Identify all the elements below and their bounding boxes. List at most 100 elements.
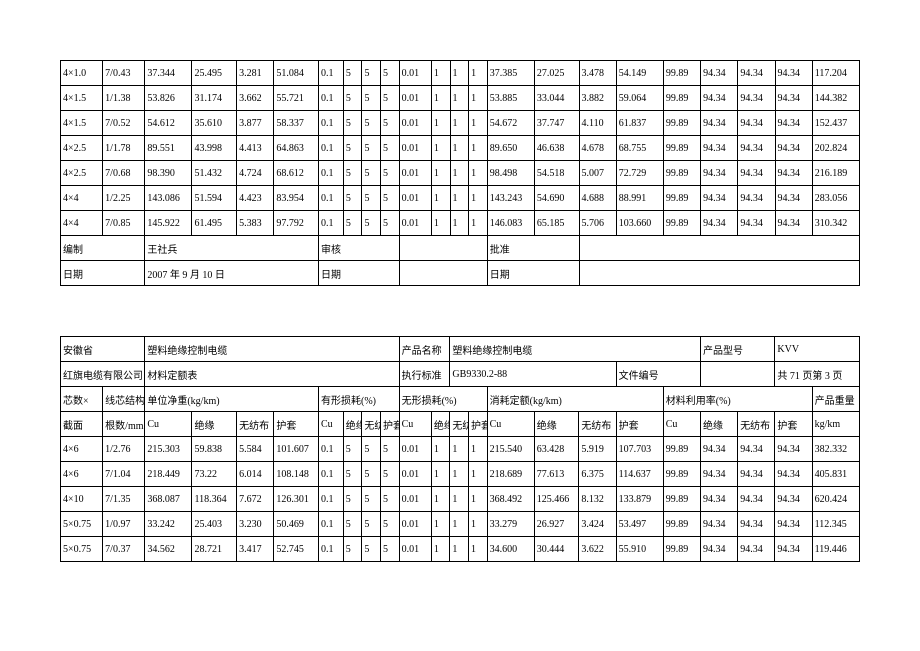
table-cell: 1 <box>469 136 488 161</box>
table-cell: 34.562 <box>145 537 192 562</box>
table-cell: 94.34 <box>738 61 775 86</box>
table-cell: 26.927 <box>534 512 579 537</box>
table-cell: 1 <box>469 211 488 236</box>
table-cell: 0.01 <box>399 512 431 537</box>
table-cell: 94.34 <box>701 161 738 186</box>
table-cell: 3.478 <box>579 61 616 86</box>
table-cell: 94.34 <box>700 462 737 487</box>
product-model: KVV <box>775 337 860 362</box>
table-cell: 108.148 <box>274 462 319 487</box>
table-cell: 94.34 <box>738 186 775 211</box>
table-cell: 145.922 <box>145 211 192 236</box>
table-cell: 25.495 <box>192 61 237 86</box>
table-cell: 94.34 <box>738 161 775 186</box>
table-cell: 3.622 <box>579 537 616 562</box>
table-cell: 5 <box>381 161 400 186</box>
table-cell: 1 <box>450 437 469 462</box>
table-cell: 0.1 <box>319 512 344 537</box>
table-cell: 0.01 <box>399 136 431 161</box>
table-cell: 64.863 <box>274 136 319 161</box>
table-cell: 25.403 <box>192 512 237 537</box>
table-cell: 0.1 <box>319 487 344 512</box>
table-cell: 4×6 <box>61 437 103 462</box>
table-cell: 89.551 <box>145 136 192 161</box>
table-cell: 1 <box>469 462 488 487</box>
table-cell: 5 <box>381 211 400 236</box>
table-cell: 1 <box>469 186 488 211</box>
table-cell: 3.417 <box>237 537 274 562</box>
table-cell: 94.34 <box>701 211 738 236</box>
table-cell: 5.383 <box>237 211 274 236</box>
table-cell: 99.89 <box>663 537 700 562</box>
table-cell: 94.34 <box>738 211 775 236</box>
table-cell: 1 <box>431 111 450 136</box>
header-row-2: 红旗电缆有限公司 材料定额表 执行标准 GB9330.2-88 文件编号 共 7… <box>61 362 860 387</box>
table-cell: 7/0.68 <box>103 161 145 186</box>
compile-by: 王社兵 <box>145 236 319 261</box>
table-cell: 1/2.25 <box>103 186 145 211</box>
col-intangible-loss: 无形损耗(%) <box>399 387 487 412</box>
table-cell: 0.1 <box>319 136 344 161</box>
signature-row-labels: 编制 王社兵 审核 批准 <box>61 236 860 261</box>
column-header-row-2: 截面 根数/mm Cu绝缘无纺布护套 Cu绝缘无纺布护套 Cu绝缘无纺布护套 C… <box>61 412 860 437</box>
table-cell: 94.34 <box>738 487 775 512</box>
table-cell: 0.01 <box>399 487 431 512</box>
table-cell: 5 <box>362 161 381 186</box>
province: 安徽省 <box>61 337 145 362</box>
table-cell: 5.706 <box>579 211 616 236</box>
table-cell: 54.672 <box>487 111 534 136</box>
table-cell: 5 <box>380 487 399 512</box>
table-cell: 5 <box>343 136 362 161</box>
table-cell: 1 <box>450 537 469 562</box>
table-cell: 94.34 <box>775 211 812 236</box>
table-cell: 5×0.75 <box>61 537 103 562</box>
table-cell: 94.34 <box>775 186 812 211</box>
table-cell: 5 <box>362 537 381 562</box>
table-cell: 54.612 <box>145 111 192 136</box>
table-cell: 4.678 <box>579 136 616 161</box>
table-cell: 118.364 <box>192 487 237 512</box>
table-cell: 31.174 <box>192 86 237 111</box>
table-cell: 59.838 <box>192 437 237 462</box>
table-cell: 3.230 <box>237 512 274 537</box>
table-cell: 218.689 <box>487 462 534 487</box>
col-cores: 芯数× <box>61 387 103 412</box>
col-structure: 线芯结构 <box>103 387 145 412</box>
table-cell: 143.243 <box>487 186 534 211</box>
table-cell: 94.34 <box>700 537 737 562</box>
table-cell: 146.083 <box>487 211 534 236</box>
table-cell: 1 <box>469 111 488 136</box>
table-cell: 1 <box>450 86 469 111</box>
table-cell: 7/1.04 <box>103 462 145 487</box>
table-cell: 7/0.37 <box>103 537 145 562</box>
table-cell: 4×1.5 <box>61 86 103 111</box>
table-cell: 94.34 <box>701 136 738 161</box>
table-cell: 5 <box>381 136 400 161</box>
table-cell: 8.132 <box>579 487 616 512</box>
table-cell: 53.826 <box>145 86 192 111</box>
table-cell: 3.662 <box>237 86 274 111</box>
table-cell: 94.34 <box>700 437 737 462</box>
table-row: 4×2.51/1.7889.55143.9984.41364.8630.1555… <box>61 136 860 161</box>
table-cell: 117.204 <box>812 61 859 86</box>
table-cell: 68.612 <box>274 161 319 186</box>
table-cell: 7/1.35 <box>103 487 145 512</box>
table-cell: 94.34 <box>738 512 775 537</box>
table-cell: 1 <box>431 61 450 86</box>
table-cell: 152.437 <box>812 111 859 136</box>
table-cell: 1 <box>431 537 450 562</box>
table-cell: 382.332 <box>812 437 859 462</box>
table-cell: 4×1.5 <box>61 111 103 136</box>
table-cell: 5 <box>343 462 362 487</box>
table-cell: 94.34 <box>701 186 738 211</box>
col-product-weight: 产品重量 <box>812 387 859 412</box>
table-cell: 1 <box>450 186 469 211</box>
table-cell: 5 <box>343 512 362 537</box>
table-cell: 94.34 <box>775 512 812 537</box>
table-row: 4×1.07/0.4337.34425.4953.28151.0840.1555… <box>61 61 860 86</box>
table-cell: 5 <box>362 437 381 462</box>
col-units: 根数/mm <box>103 412 145 437</box>
table-cell: 5.007 <box>579 161 616 186</box>
table-cell: 1 <box>469 487 488 512</box>
table-row: 5×0.757/0.3734.56228.7213.41752.7450.155… <box>61 537 860 562</box>
